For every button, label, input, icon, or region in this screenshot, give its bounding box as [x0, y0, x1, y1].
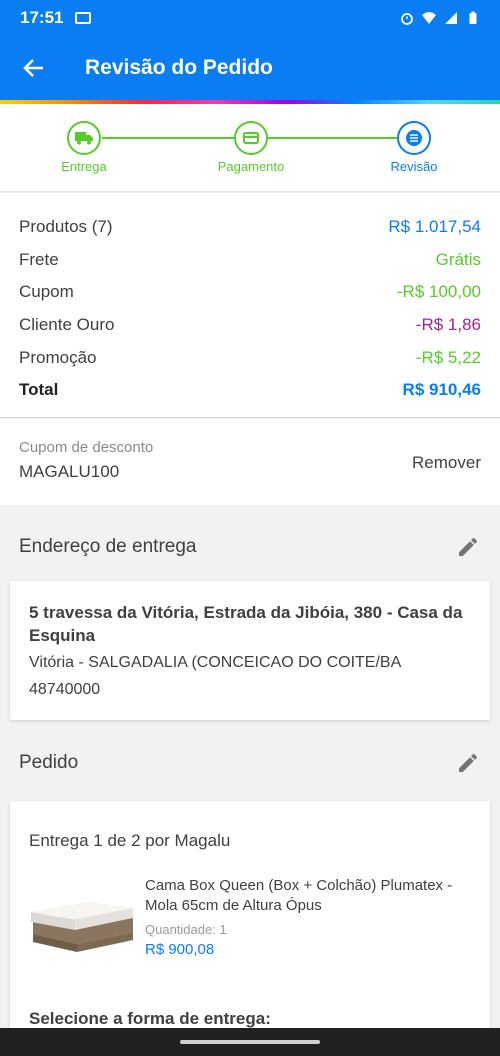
summary-value: -R$ 100,00 [396, 282, 481, 302]
coupon-section: Cupom de desconto MAGALU100 Remover [0, 419, 500, 505]
address-city: Vitória - SALGADALIA (CONCEICAO DO COITE… [29, 654, 402, 671]
order-section-title: Pedido [19, 752, 79, 773]
system-nav-bar [0, 1028, 500, 1056]
signal-icon [445, 12, 457, 24]
remove-coupon-button[interactable]: Remover [412, 453, 481, 473]
step-entrega[interactable]: Entrega [34, 121, 134, 174]
step-circle [67, 121, 101, 155]
summary-label: Produtos (7) [19, 217, 113, 237]
summary-row-promocao: Promoção -R$ 5,22 [19, 341, 481, 374]
address-section-title: Endereço de entrega [19, 536, 197, 557]
step-label: Revisão [390, 159, 438, 174]
summary-value: R$ 1.017,54 [388, 217, 481, 237]
step-label: Entrega [61, 159, 107, 174]
summary-value: -R$ 5,22 [415, 347, 481, 367]
product-item[interactable]: Cama Box Queen (Box + Colchão) Plumatex … [29, 876, 471, 966]
summary-row-total: Total R$ 910,46 [19, 374, 481, 407]
address-street: 5 travessa da Vitória, Estrada da Jibóia… [29, 603, 463, 645]
alarm-icon [401, 13, 413, 25]
truck-icon [75, 132, 93, 145]
list-icon [406, 130, 422, 146]
status-time: 17:51 [20, 8, 64, 27]
home-gesture-handle[interactable] [180, 1040, 320, 1044]
app-bar: Revisão do Pedido [0, 36, 500, 100]
screen-cast-icon [75, 12, 92, 24]
summary-row-cupom: Cupom -R$ 100,00 [19, 276, 481, 309]
total-value: R$ 910,46 [402, 380, 481, 400]
product-info: Cama Box Queen (Box + Colchão) Plumatex … [145, 876, 471, 958]
status-icons [400, 11, 480, 25]
shipment-title: Entrega 1 de 2 por Magalu [29, 831, 231, 850]
step-pagamento[interactable]: Pagamento [201, 121, 301, 174]
summary-row-cliente-ouro: Cliente Ouro -R$ 1,86 [19, 309, 481, 342]
summary-label: Promoção [19, 347, 97, 367]
summary-row-produtos: Produtos (7) R$ 1.017,54 [19, 211, 481, 244]
product-quantity: Quantidade: 1 [145, 922, 227, 937]
wifi-icon [422, 12, 436, 24]
address-zip: 48740000 [29, 681, 101, 698]
step-circle [234, 121, 268, 155]
summary-value: -R$ 1,86 [415, 315, 481, 335]
battery-icon [469, 11, 477, 24]
page-title: Revisão do Pedido [85, 56, 273, 79]
product-price: R$ 900,08 [145, 941, 215, 958]
summary-label: Cupom [19, 282, 74, 302]
address-card: 5 travessa da Vitória, Estrada da Jibóia… [10, 581, 490, 720]
step-revisao[interactable]: Revisão [364, 121, 464, 174]
step-circle [397, 121, 431, 155]
order-summary: Produtos (7) R$ 1.017,54 Frete Grátis Cu… [0, 193, 500, 418]
edit-address-icon[interactable] [456, 535, 480, 559]
arrow-back-icon [23, 59, 43, 77]
product-image [31, 902, 133, 952]
summary-value: Grátis [435, 249, 481, 269]
card-icon [243, 132, 259, 144]
status-bar: 17:51 [0, 0, 500, 36]
edit-order-icon[interactable] [456, 751, 480, 775]
total-label: Total [19, 380, 59, 400]
product-name: Cama Box Queen (Box + Colchão) Plumatex … [145, 877, 453, 914]
checkout-stepper: Entrega Pagamento Revisão [0, 104, 500, 192]
summary-row-frete: Frete Grátis [19, 244, 481, 277]
summary-label: Cliente Ouro [19, 315, 115, 335]
order-card: Entrega 1 de 2 por Magalu Cama Box Queen… [10, 801, 490, 1041]
select-shipping-label: Selecione a forma de entrega: [29, 1009, 271, 1028]
step-label: Pagamento [217, 159, 285, 174]
back-button[interactable] [0, 36, 68, 100]
summary-label: Frete [19, 249, 59, 269]
